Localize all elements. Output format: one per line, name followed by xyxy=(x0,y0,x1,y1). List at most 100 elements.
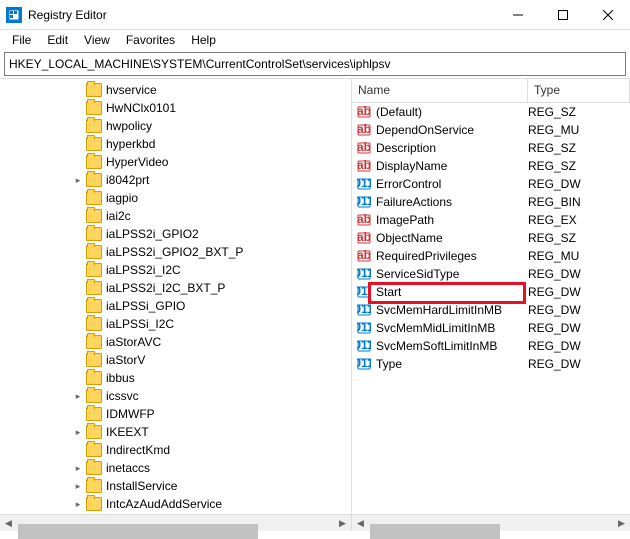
tree-item[interactable]: HwNClx0101 xyxy=(0,99,351,117)
value-name: Description xyxy=(376,141,528,155)
tree-item-label: IndirectKmd xyxy=(106,443,170,457)
tree-item[interactable]: iagpio xyxy=(0,189,351,207)
scroll-left-button[interactable]: ◀ xyxy=(352,515,369,532)
tree-item[interactable]: IndirectKmd xyxy=(0,441,351,459)
binary-value-icon: 011 xyxy=(356,284,372,300)
value-row[interactable]: 011SvcMemHardLimitInMBREG_DW xyxy=(352,301,630,319)
value-row[interactable]: 011ErrorControlREG_DW xyxy=(352,175,630,193)
value-name: SvcMemHardLimitInMB xyxy=(376,303,528,317)
expand-icon[interactable]: ▸ xyxy=(72,481,84,492)
tree-item-label: iagpio xyxy=(106,191,138,205)
folder-icon xyxy=(86,119,102,133)
svg-text:011: 011 xyxy=(357,267,371,280)
value-row[interactable]: abDisplayNameREG_SZ xyxy=(352,157,630,175)
tree-item[interactable]: ▸inetaccs xyxy=(0,459,351,477)
value-row[interactable]: 011ServiceSidTypeREG_DW xyxy=(352,265,630,283)
values-header: Name Type xyxy=(352,79,630,103)
folder-icon xyxy=(86,353,102,367)
value-row[interactable]: abRequiredPrivilegesREG_MU xyxy=(352,247,630,265)
menu-help[interactable]: Help xyxy=(183,31,224,49)
folder-icon xyxy=(86,371,102,385)
folder-icon xyxy=(86,281,102,295)
tree-item[interactable]: hyperkbd xyxy=(0,135,351,153)
column-header-name[interactable]: Name xyxy=(352,79,528,102)
scroll-right-button[interactable]: ▶ xyxy=(334,515,351,532)
string-value-icon: ab xyxy=(356,248,372,264)
value-row[interactable]: abDependOnServiceREG_MU xyxy=(352,121,630,139)
folder-icon xyxy=(86,389,102,403)
tree-item[interactable]: iaLPSSi_GPIO xyxy=(0,297,351,315)
value-row[interactable]: abObjectNameREG_SZ xyxy=(352,229,630,247)
tree-item[interactable]: IDMWFP xyxy=(0,405,351,423)
address-input[interactable] xyxy=(5,53,625,75)
tree-item[interactable]: iaLPSSi_I2C xyxy=(0,315,351,333)
tree-item[interactable]: ▸i8042prt xyxy=(0,171,351,189)
scroll-thumb[interactable] xyxy=(370,524,500,539)
string-value-icon: ab xyxy=(356,158,372,174)
close-button[interactable] xyxy=(585,0,630,30)
value-row[interactable]: abDescriptionREG_SZ xyxy=(352,139,630,157)
tree-item-label: iaLPSS2i_GPIO2 xyxy=(106,227,199,241)
tree-item[interactable]: iaLPSS2i_I2C_BXT_P xyxy=(0,279,351,297)
tree-view[interactable]: hvserviceHwNClx0101hwpolicyhyperkbdHyper… xyxy=(0,79,351,514)
menu-view[interactable]: View xyxy=(76,31,118,49)
tree-item[interactable]: iaLPSS2i_GPIO2 xyxy=(0,225,351,243)
tree-item-label: iaStorAVC xyxy=(106,335,161,349)
menu-edit[interactable]: Edit xyxy=(39,31,76,49)
tree-item[interactable]: iai2c xyxy=(0,207,351,225)
tree-item[interactable]: hwpolicy xyxy=(0,117,351,135)
tree-item[interactable]: iaLPSS2i_GPIO2_BXT_P xyxy=(0,243,351,261)
string-value-icon: ab xyxy=(356,104,372,120)
minimize-button[interactable] xyxy=(495,0,540,30)
value-row[interactable]: abImagePathREG_EX xyxy=(352,211,630,229)
tree-item[interactable]: ▸ icssvc xyxy=(0,387,351,405)
tree-item-label: InstallService xyxy=(106,479,177,493)
values-list[interactable]: ab(Default)REG_SZabDependOnServiceREG_MU… xyxy=(352,103,630,514)
tree-item[interactable]: hvservice xyxy=(0,81,351,99)
value-row[interactable]: 011SvcMemSoftLimitInMBREG_DW xyxy=(352,337,630,355)
maximize-button[interactable] xyxy=(540,0,585,30)
tree-item[interactable]: ▸IntcAzAudAddService xyxy=(0,495,351,513)
column-header-type[interactable]: Type xyxy=(528,79,630,102)
tree-item[interactable]: ▸ InstallService xyxy=(0,477,351,495)
scroll-left-button[interactable]: ◀ xyxy=(0,515,17,532)
expand-icon[interactable]: ▸ xyxy=(72,499,84,510)
expand-icon[interactable]: ▸ xyxy=(72,427,84,438)
value-row[interactable]: ab(Default)REG_SZ xyxy=(352,103,630,121)
menu-favorites[interactable]: Favorites xyxy=(118,31,183,49)
values-pane: Name Type ab(Default)REG_SZabDependOnSer… xyxy=(352,79,630,514)
tree-item[interactable]: ibbus xyxy=(0,369,351,387)
tree-item-label: icssvc xyxy=(106,389,139,403)
tree-item[interactable]: iaLPSS2i_I2C xyxy=(0,261,351,279)
folder-icon xyxy=(86,497,102,511)
value-name: FailureActions xyxy=(376,195,528,209)
tree-item[interactable]: HyperVideo xyxy=(0,153,351,171)
value-row[interactable]: 011SvcMemMidLimitInMBREG_DW xyxy=(352,319,630,337)
folder-icon xyxy=(86,173,102,187)
expand-icon[interactable]: ▸ xyxy=(72,175,84,186)
value-row[interactable]: 011StartREG_DW xyxy=(352,283,630,301)
scroll-right-button[interactable]: ▶ xyxy=(613,515,630,532)
value-type: REG_SZ xyxy=(528,141,576,155)
titlebar: Registry Editor xyxy=(0,0,630,30)
value-name: SvcMemMidLimitInMB xyxy=(376,321,528,335)
value-type: REG_EX xyxy=(528,213,577,227)
folder-icon xyxy=(86,299,102,313)
svg-text:011: 011 xyxy=(357,195,371,208)
tree-item[interactable]: iaStorV xyxy=(0,351,351,369)
folder-icon xyxy=(86,263,102,277)
value-row[interactable]: 011FailureActionsREG_BIN xyxy=(352,193,630,211)
tree-item-label: IKEEXT xyxy=(106,425,149,439)
expand-icon[interactable]: ▸ xyxy=(72,391,84,402)
tree-item[interactable]: ▸ IKEEXT xyxy=(0,423,351,441)
expand-icon[interactable]: ▸ xyxy=(72,463,84,474)
tree-item[interactable]: iaStorAVC xyxy=(0,333,351,351)
scroll-thumb[interactable] xyxy=(18,524,258,539)
folder-icon xyxy=(86,317,102,331)
menu-file[interactable]: File xyxy=(4,31,39,49)
value-row[interactable]: 011TypeREG_DW xyxy=(352,355,630,373)
binary-value-icon: 011 xyxy=(356,302,372,318)
value-name: ServiceSidType xyxy=(376,267,528,281)
svg-text:011: 011 xyxy=(357,357,371,370)
svg-text:ab: ab xyxy=(357,249,371,262)
